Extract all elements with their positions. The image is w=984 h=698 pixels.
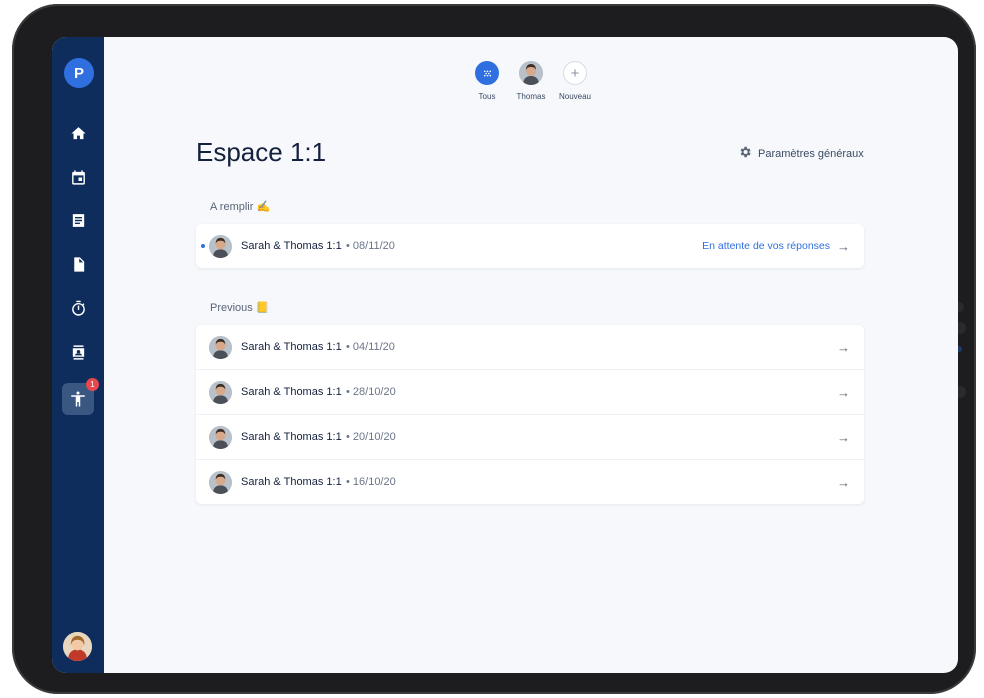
person-new[interactable]: + Nouveau [558,61,592,101]
meeting-date: • 16/10/20 [346,476,396,488]
arrow-right-icon[interactable]: → [837,340,850,355]
home-icon[interactable] [68,123,88,143]
to-fill-list: Sarah & Thomas 1:1 • 08/11/20 En attente… [196,224,864,268]
list-item[interactable]: Sarah & Thomas 1:1 • 20/10/20 → [196,415,864,460]
person-thomas[interactable]: Thomas [514,61,548,101]
settings-label: Paramètres généraux [758,147,864,160]
avatar [209,425,232,449]
grid-dots-icon [475,61,499,85]
avatar [209,470,232,494]
status-link[interactable]: En attente de vos réponses [702,240,830,252]
meeting-date: • 04/11/20 [346,341,395,353]
avatar [209,234,232,258]
meeting-date: • 08/11/20 [346,240,395,252]
previous-list: Sarah & Thomas 1:1 • 04/11/20 → Sarah & … [196,325,864,504]
meeting-name: Sarah & Thomas 1:1 [241,240,342,252]
person-label: Tous [478,92,496,101]
app-screen: P 1 Tous Thomas + Nouveau Espace 1:1 Par… [52,37,958,673]
arrow-right-icon[interactable]: → [837,430,850,445]
tablet-frame: P 1 Tous Thomas + Nouveau Espace 1:1 Par… [12,4,976,694]
list-icon[interactable] [68,210,88,230]
thomas-avatar [519,61,543,85]
list-item[interactable]: Sarah & Thomas 1:1 • 16/10/20 → [196,460,864,504]
settings-link[interactable]: Paramètres généraux [738,145,864,162]
page-title: Espace 1:1 [196,137,327,167]
arrow-right-icon[interactable]: → [837,385,850,400]
app-logo[interactable]: P [64,58,94,88]
person-all[interactable]: Tous [470,61,504,101]
document-icon[interactable] [68,254,88,274]
timer-icon[interactable] [68,298,88,318]
meeting-name: Sarah & Thomas 1:1 [241,341,342,353]
section-previous-label: Previous 📒 [210,302,270,314]
gear-icon [738,145,752,162]
section-to-fill-label: A remplir ✍️ [210,201,271,213]
list-item[interactable]: Sarah & Thomas 1:1 • 28/10/20 → [196,370,864,415]
meeting-date: • 20/10/20 [346,431,396,443]
list-item[interactable]: Sarah & Thomas 1:1 • 04/11/20 → [196,325,864,370]
meeting-name: Sarah & Thomas 1:1 [241,431,342,443]
notification-badge: 1 [86,378,99,391]
user-avatar[interactable] [63,632,92,661]
meeting-name: Sarah & Thomas 1:1 [241,476,342,488]
logo-letter: P [73,64,84,82]
contact-card-icon[interactable] [68,342,88,362]
arrow-right-icon[interactable]: → [837,475,850,490]
arrow-right-icon[interactable]: → [837,239,850,254]
person-switcher: Tous Thomas + Nouveau [470,61,592,101]
list-item[interactable]: Sarah & Thomas 1:1 • 08/11/20 En attente… [196,224,864,268]
meeting-date: • 28/10/20 [346,386,396,398]
avatar [209,335,232,359]
person-label: Nouveau [558,92,592,101]
sidebar: P 1 [52,37,104,673]
calendar-icon[interactable] [68,167,88,187]
avatar [209,380,232,404]
unread-dot [201,244,205,248]
meeting-name: Sarah & Thomas 1:1 [241,386,342,398]
plus-icon: + [563,61,587,85]
person-label: Thomas [516,92,546,101]
